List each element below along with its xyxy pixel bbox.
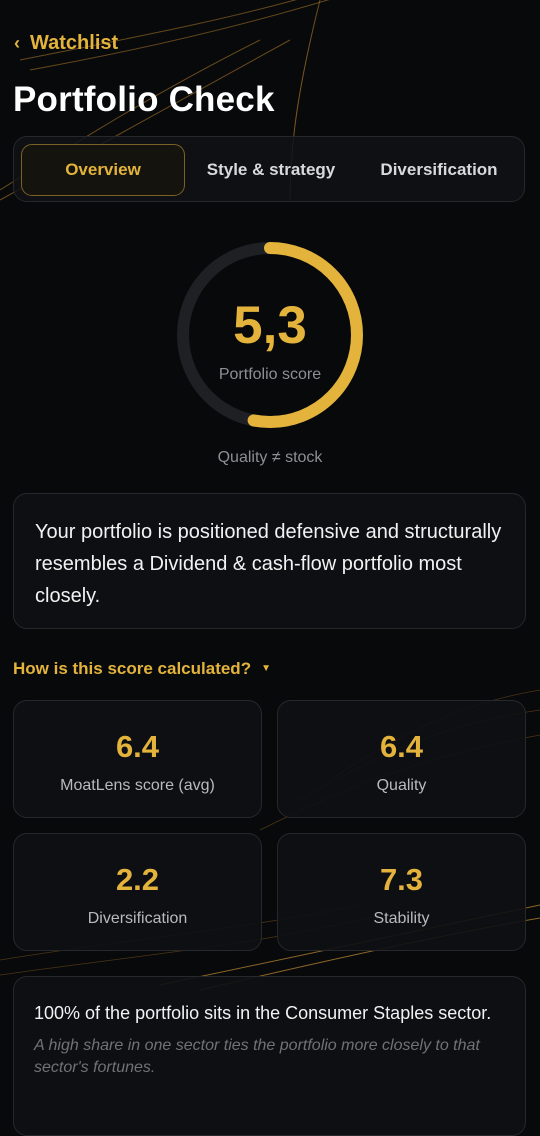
- tab-diversification[interactable]: Diversification: [359, 144, 519, 196]
- page-title: Portfolio Check: [13, 80, 275, 119]
- metric-value: 2.2: [115, 862, 160, 897]
- metric-value: 6.4: [379, 729, 424, 764]
- metric-value: 7.3: [379, 862, 424, 897]
- sector-concentration-text: 100% of the portfolio sits in the Consum…: [34, 1003, 492, 1023]
- metric-label: Diversification: [87, 910, 188, 927]
- metric-card-stability: 7.3 Stability: [277, 833, 526, 951]
- summary-text: Your portfolio is positioned defensive a…: [35, 521, 502, 607]
- summary-card: Your portfolio is positioned defensive a…: [13, 493, 526, 629]
- tab-bar: Overview Style & strategy Diversificatio…: [13, 136, 525, 202]
- metric-value: 6.4: [115, 729, 160, 764]
- sector-concentration-card: 100% of the portfolio sits in the Consum…: [13, 976, 526, 1136]
- metric-label: Quality: [376, 777, 427, 794]
- metric-card-moatlens: 6.4 MoatLens score (avg): [13, 700, 262, 818]
- tab-style-strategy[interactable]: Style & strategy: [188, 144, 354, 196]
- score-calculation-label: How is this score calculated?: [13, 659, 252, 678]
- metric-label: Stability: [373, 910, 430, 927]
- score-calculation-toggle[interactable]: How is this score calculated? ▼: [13, 658, 271, 680]
- chevron-left-icon: ‹: [14, 33, 20, 53]
- caret-down-icon: ▼: [261, 663, 271, 674]
- back-button[interactable]: ‹ Watchlist: [14, 31, 118, 55]
- portfolio-score-label: Portfolio score: [218, 366, 322, 383]
- metric-card-diversification: 2.2 Diversification: [13, 833, 262, 951]
- score-caption: Quality ≠ stock: [217, 449, 323, 466]
- portfolio-score-value: 5,3: [233, 296, 307, 355]
- back-label: Watchlist: [30, 32, 119, 54]
- tab-overview[interactable]: Overview: [21, 144, 185, 196]
- metric-card-quality: 6.4 Quality: [277, 700, 526, 818]
- metric-label: MoatLens score (avg): [60, 777, 215, 794]
- sector-concentration-note: A high share in one sector ties the port…: [34, 1037, 480, 1076]
